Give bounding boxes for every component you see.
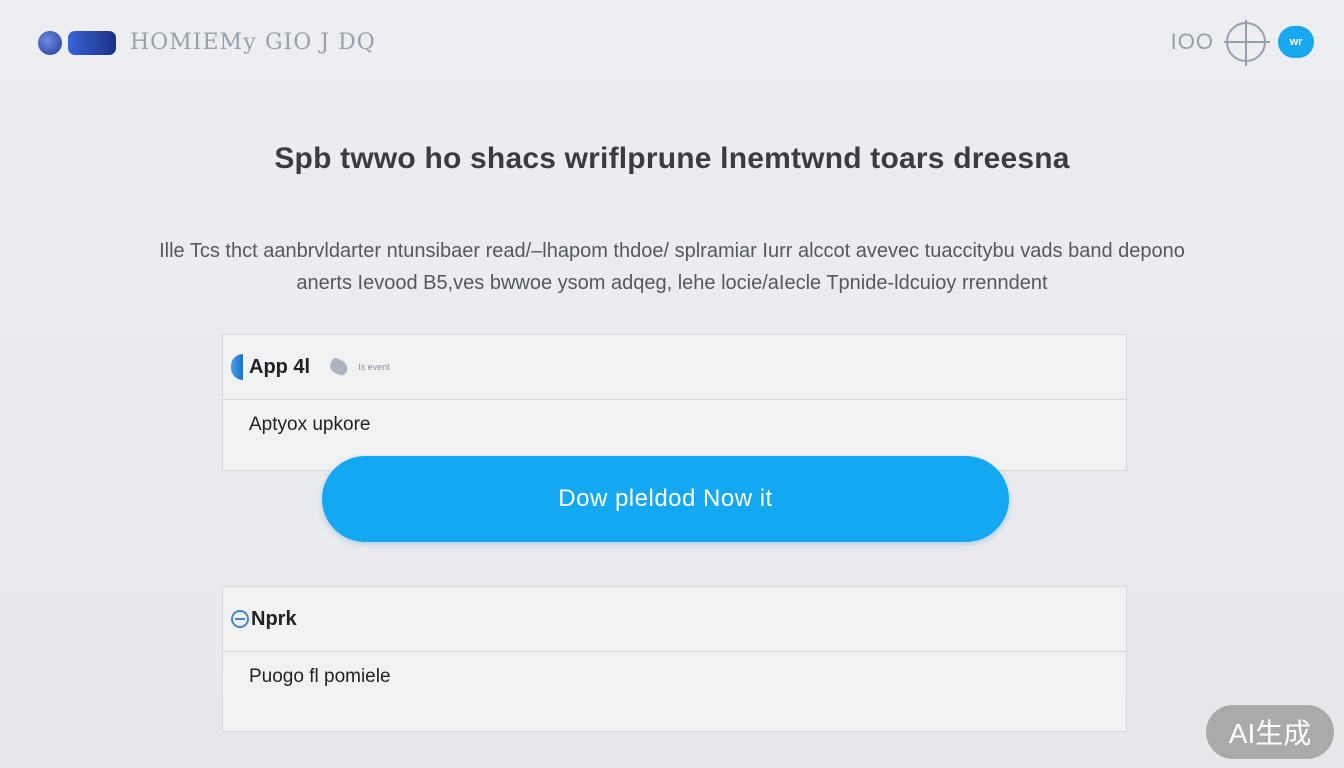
brand-name: HOMIEМу GIO J DQ bbox=[130, 30, 376, 55]
work-card-header: Nprk bbox=[223, 587, 1126, 652]
header: HOMIEМу GIO J DQ IOO wr bbox=[0, 0, 1344, 90]
brand[interactable]: HOMIEМу GIO J DQ bbox=[38, 30, 376, 55]
work-card-title: Nprk bbox=[251, 607, 297, 630]
work-card-subtitle: Puogo fl pomiele bbox=[249, 666, 391, 687]
globe-icon[interactable] bbox=[1226, 22, 1266, 62]
header-actions: IOO wr bbox=[1171, 22, 1314, 62]
user-badge[interactable]: wr bbox=[1278, 26, 1314, 58]
page-title: Spb twwo ho shacs wriflprune lnemtwnd to… bbox=[274, 142, 1070, 175]
hand-icon bbox=[328, 356, 350, 378]
app-icon bbox=[231, 354, 243, 380]
circle-icon bbox=[231, 610, 249, 628]
app-card-caption: Is event bbox=[358, 362, 390, 372]
app-card-title: App 4l bbox=[249, 355, 311, 378]
app-card-header: App 4l Is event bbox=[223, 335, 1126, 400]
page-description: Ille Tcs thct aanbrvldarter ntunsibaer r… bbox=[159, 240, 1185, 294]
download-now-button[interactable]: Dow pleldod Now it bbox=[322, 456, 1009, 542]
ai-generated-watermark: AI生成 bbox=[1206, 705, 1334, 759]
header-label[interactable]: IOO bbox=[1171, 29, 1214, 55]
app-card[interactable]: App 4l Is event Aptyox upkore bbox=[222, 334, 1127, 471]
work-card[interactable]: Nprk Puogo fl pomiele bbox=[222, 586, 1127, 732]
page: HOMIEМу GIO J DQ IOO wr Spb twwo ho shac… bbox=[0, 0, 1344, 768]
app-card-subtitle: Aptyox upkore bbox=[249, 414, 371, 435]
logo-mark-icon bbox=[68, 30, 116, 55]
logo-icon bbox=[38, 30, 62, 55]
